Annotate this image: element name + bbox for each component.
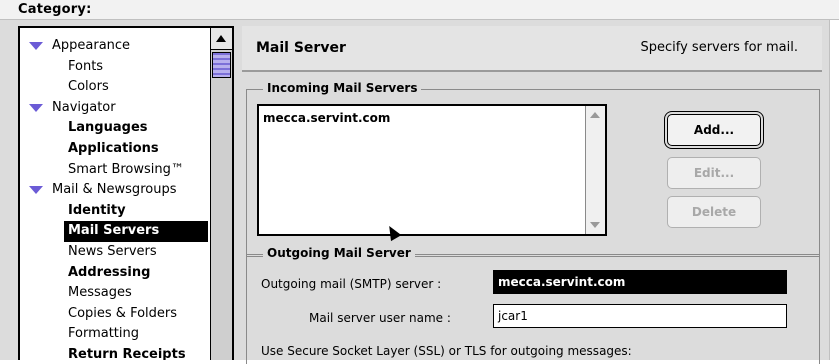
tree-item-label: Mail & Newsgroups — [52, 182, 177, 198]
category-scrollbar[interactable] — [210, 28, 232, 360]
tree-item-mail-newsgroups[interactable]: Mail & Newsgroups — [20, 180, 208, 201]
tree-item-label: Smart Browsing™ — [68, 161, 184, 177]
category-list: Appearance Fonts Colors Navigator Langua… — [20, 36, 208, 360]
tree-item-formatting[interactable]: Formatting — [20, 324, 208, 345]
mail-user-name-label: Mail server user name : — [309, 311, 451, 325]
tree-item-label: Formatting — [68, 326, 140, 342]
panel-title: Mail Server — [256, 40, 346, 56]
tree-item-copies-folders[interactable]: Copies & Folders — [20, 304, 208, 325]
tree-item-languages[interactable]: Languages — [20, 118, 208, 139]
tree-item-label: Return Receipts — [68, 346, 186, 360]
category-label: Category: — [18, 2, 92, 17]
incoming-group-label: Incoming Mail Servers — [263, 81, 422, 95]
tree-item-colors[interactable]: Colors — [20, 77, 208, 98]
panel-subtitle: Specify servers for mail. — [640, 40, 799, 55]
tree-item-label: Addressing — [68, 264, 151, 280]
scroll-thumb[interactable] — [212, 52, 231, 78]
tree-item-addressing[interactable]: Addressing — [20, 263, 208, 284]
mail-user-name-input[interactable]: jcar1 — [493, 304, 787, 328]
incoming-mail-servers-group: Incoming Mail Servers mecca.servint.com … — [246, 81, 820, 257]
server-list-item[interactable]: mecca.servint.com — [263, 111, 390, 125]
disclosure-triangle-icon[interactable] — [29, 42, 43, 50]
tree-item-label: Languages — [68, 120, 148, 136]
category-header: Category: — [0, 0, 839, 20]
outgoing-mail-server-group: Outgoing Mail Server Outgoing mail (SMTP… — [246, 246, 820, 364]
tree-item-mail-servers[interactable]: Mail Servers — [64, 221, 208, 242]
mail-server-panel: Mail Server Specify servers for mail. In… — [242, 26, 822, 364]
scroll-up-button[interactable] — [211, 28, 232, 50]
tree-item-appearance[interactable]: Appearance — [20, 36, 208, 57]
tree-item-messages[interactable]: Messages — [20, 283, 208, 304]
smtp-server-input[interactable]: mecca.servint.com — [493, 270, 787, 294]
tree-item-label: Navigator — [52, 99, 116, 115]
tree-item-label: News Servers — [68, 243, 157, 259]
tree-item-navigator[interactable]: Navigator — [20, 98, 208, 119]
panel-header: Mail Server Specify servers for mail. — [242, 26, 822, 72]
add-server-button[interactable]: Add... — [667, 114, 761, 146]
tree-item-identity[interactable]: Identity — [20, 201, 208, 222]
disclosure-triangle-icon[interactable] — [29, 186, 43, 195]
disclosure-triangle-icon[interactable] — [29, 103, 43, 112]
tree-item-label: Mail Servers — [68, 223, 160, 239]
tree-item-label: Fonts — [68, 58, 104, 74]
scroll-down-arrow-icon[interactable] — [590, 222, 600, 228]
scroll-up-arrow-icon[interactable] — [590, 112, 600, 118]
tree-item-label: Appearance — [52, 38, 131, 53]
edit-server-button[interactable]: Edit... — [667, 157, 761, 189]
incoming-server-list[interactable]: mecca.servint.com — [257, 104, 607, 236]
delete-server-button[interactable]: Delete — [667, 196, 761, 228]
category-tree[interactable]: Appearance Fonts Colors Navigator Langua… — [18, 26, 234, 360]
ssl-tls-label: Use Secure Socket Layer (SSL) or TLS for… — [261, 344, 632, 358]
preferences-window: Category: Appearance Fonts Colors Naviga… — [0, 0, 839, 364]
scroll-up-arrow-icon — [216, 35, 226, 42]
tree-item-label: Colors — [68, 79, 109, 95]
tree-item-return-receipts[interactable]: Return Receipts — [20, 345, 208, 360]
tree-item-label: Applications — [68, 140, 159, 156]
server-list-scrollbar[interactable] — [585, 106, 605, 234]
tree-item-fonts[interactable]: Fonts — [20, 57, 208, 78]
window-right-edge — [829, 20, 839, 360]
tree-item-label: Copies & Folders — [68, 305, 178, 321]
tree-item-label: Identity — [68, 202, 126, 218]
tree-item-label: Messages — [68, 285, 132, 301]
tree-item-news-servers[interactable]: News Servers — [20, 242, 208, 263]
tree-item-smart-browsing[interactable]: Smart Browsing™ — [20, 160, 208, 181]
smtp-server-label: Outgoing mail (SMTP) server : — [261, 277, 442, 291]
outgoing-group-label: Outgoing Mail Server — [263, 246, 415, 260]
tree-item-applications[interactable]: Applications — [20, 139, 208, 160]
